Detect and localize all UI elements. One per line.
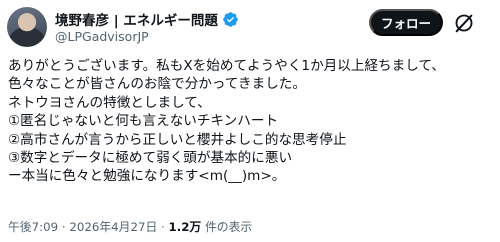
- meta-separator: ·: [157, 220, 169, 234]
- views-label: 件の表示: [201, 220, 253, 234]
- author-name-row: 境野春彦 | エネルギー問題: [55, 9, 239, 29]
- tweet-line: ②高市さんが言うから正しいと櫻井よしこ的な思考停止: [8, 131, 347, 148]
- tweet-line: ③数字とデータに極めて弱く頭が基本的に悪い: [8, 149, 293, 166]
- tweet-line: ー本当に色々と勉強になります<m(__)m>。: [8, 168, 286, 185]
- tweet-meta: 午後7:09 · 2026年4月27日 · 1.2万 件の表示: [8, 218, 252, 235]
- tweet: 境野春彦 | エネルギー問題 @LPGadvisorJP フォロー ありがとうご…: [0, 0, 500, 242]
- follow-button[interactable]: フォロー: [369, 9, 443, 36]
- tweet-line: ネトウヨさんの特徴としまして、: [8, 94, 211, 111]
- tweet-text: ありがとうございます。私もXを始めてようやく1か月以上経ちまして、 色々なことが…: [8, 57, 496, 186]
- author-handle[interactable]: @LPGadvisorJP: [55, 29, 149, 44]
- tweet-time[interactable]: 午後7:09: [8, 218, 58, 235]
- tweet-line: ありがとうございます。私もXを始めてようやく1か月以上経ちまして、: [8, 58, 445, 74]
- views-count[interactable]: 1.2万: [169, 218, 202, 235]
- tweet-date[interactable]: 2026年4月27日: [69, 218, 157, 235]
- grok-icon[interactable]: [453, 12, 475, 34]
- meta-separator: ·: [58, 220, 70, 234]
- display-name[interactable]: 境野春彦 | エネルギー問題: [55, 9, 218, 29]
- avatar[interactable]: [7, 7, 47, 47]
- tweet-line: ①匿名じゃないと何も言えないチキンハート: [8, 113, 279, 130]
- tweet-line: 色々なことが皆さんのお陰で分かってきました。: [8, 76, 306, 93]
- verified-badge-icon: [223, 11, 238, 27]
